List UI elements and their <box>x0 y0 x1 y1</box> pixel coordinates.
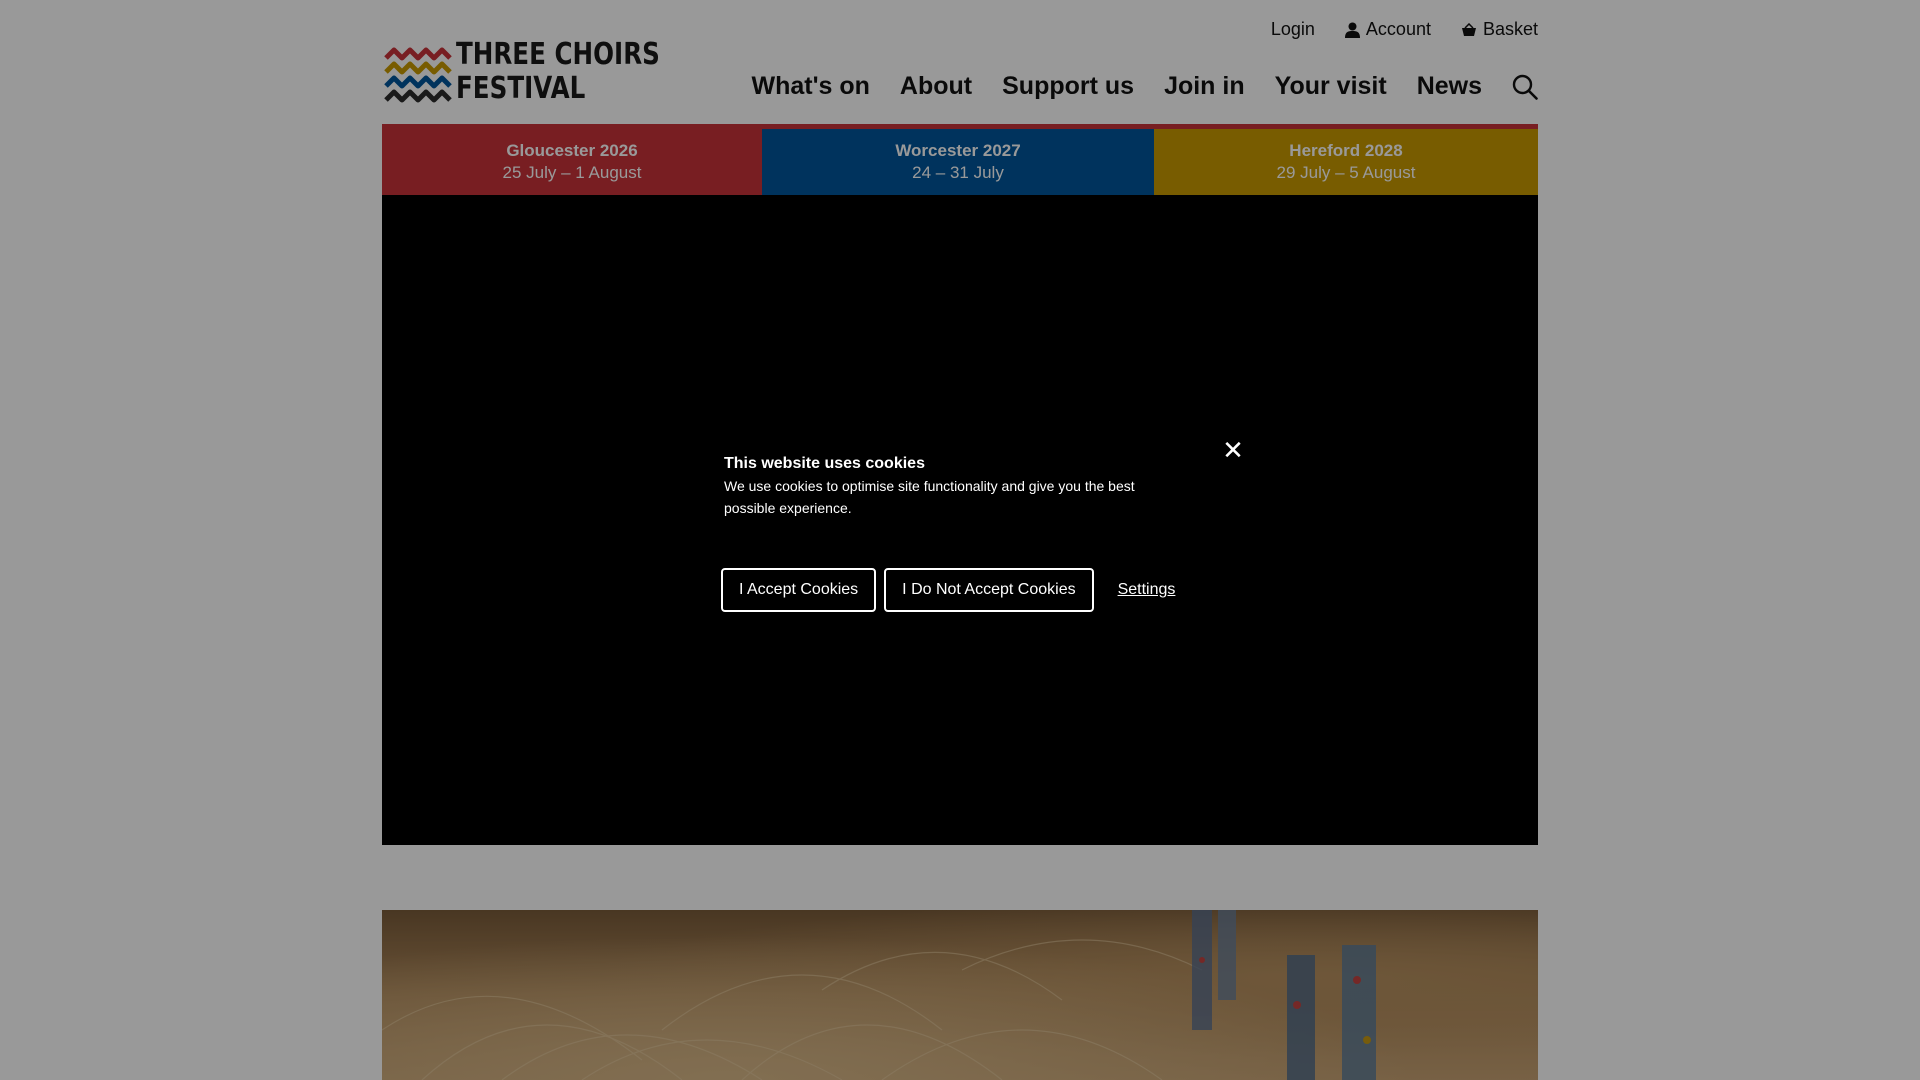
cookie-settings-link[interactable]: Settings <box>1118 581 1176 599</box>
close-icon[interactable]: ✕ <box>1221 437 1245 463</box>
cookie-dialog: ✕ This website uses cookies We use cooki… <box>700 425 1244 635</box>
cookie-actions: I Accept Cookies I Do Not Accept Cookies… <box>721 568 1175 612</box>
cookie-title: This website uses cookies <box>724 455 925 472</box>
page: Login Account Basket THREE CHOIRS FESTIV… <box>0 0 1920 1080</box>
accept-cookies-button[interactable]: I Accept Cookies <box>721 568 877 612</box>
decline-cookies-button[interactable]: I Do Not Accept Cookies <box>884 568 1094 612</box>
cookie-text: We use cookies to optimise site function… <box>724 478 1135 516</box>
